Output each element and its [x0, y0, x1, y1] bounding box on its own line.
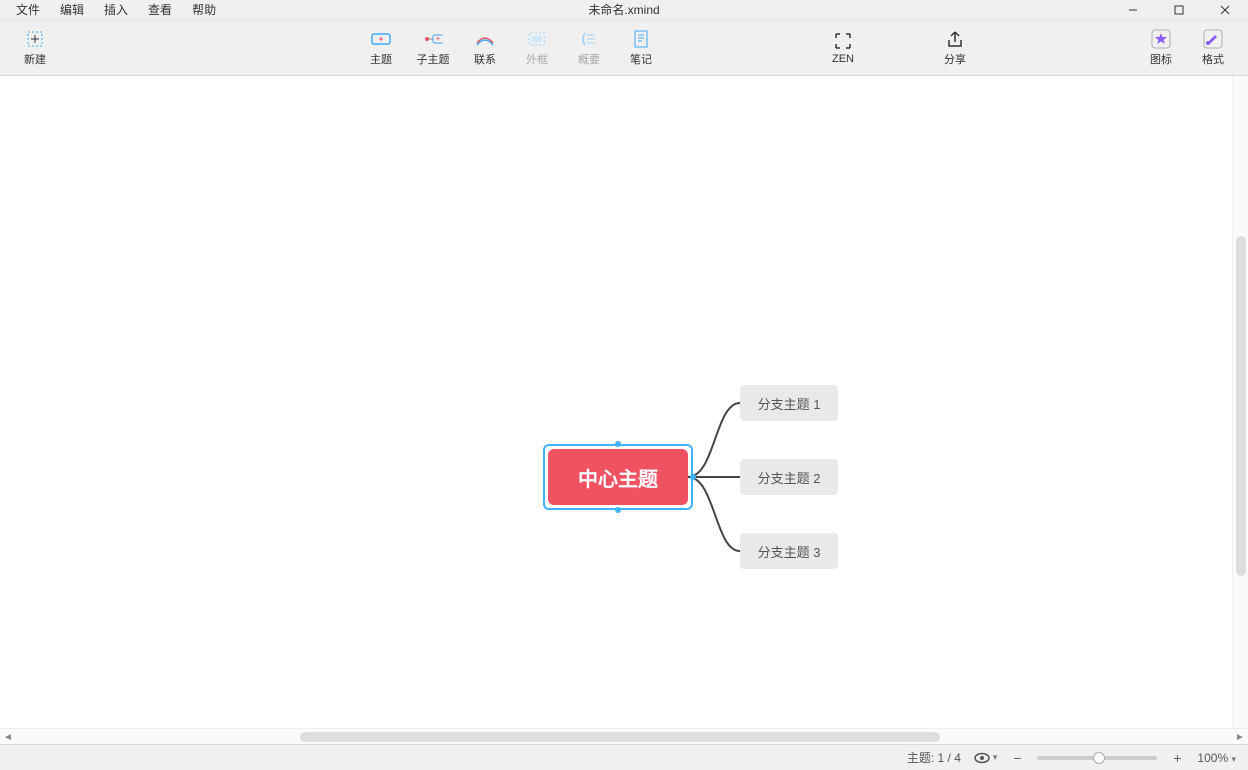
boundary-label: 外框: [526, 51, 548, 67]
zoom-slider[interactable]: [1037, 756, 1157, 760]
notes-icon: [631, 29, 651, 49]
share-button[interactable]: 分享: [932, 23, 978, 73]
scroll-left-arrow[interactable]: ◄: [0, 729, 16, 744]
status-bar: 主题: 1 / 4 ▾ − + 100% ▾: [0, 744, 1248, 770]
topic-count-label: 主题:: [907, 751, 934, 765]
mindmap-canvas[interactable]: 中心主题 分支主题 1 分支主题 2 分支主题 3 ◄ ►: [0, 76, 1248, 744]
star-icon: [1151, 29, 1171, 49]
share-label: 分享: [944, 51, 966, 67]
window-controls: [1110, 0, 1248, 20]
vertical-scrollbar[interactable]: [1232, 76, 1248, 728]
icons-label: 图标: [1150, 51, 1172, 67]
topic-icon: [371, 29, 391, 49]
topic-count: 主题: 1 / 4: [907, 749, 961, 766]
subtopic-label: 子主题: [417, 51, 450, 67]
menu-view[interactable]: 查看: [138, 0, 182, 20]
menu-edit[interactable]: 编辑: [50, 0, 94, 20]
zen-label: ZEN: [832, 53, 854, 65]
minimize-button[interactable]: [1110, 0, 1156, 20]
zen-icon: [833, 31, 853, 51]
zoom-in-button[interactable]: +: [1169, 750, 1185, 766]
format-button[interactable]: 格式: [1190, 23, 1236, 73]
selection-handle-right[interactable]: [690, 474, 696, 480]
connectors: [0, 76, 1248, 744]
eye-icon: [973, 749, 991, 767]
zoom-level[interactable]: 100% ▾: [1197, 751, 1236, 765]
branch-topic-node-1[interactable]: 分支主题 1: [740, 385, 838, 421]
horizontal-scroll-thumb[interactable]: [300, 732, 940, 742]
subtopic-icon: +: [423, 29, 443, 49]
branch-topic-node-3[interactable]: 分支主题 3: [740, 533, 838, 569]
chevron-down-icon: ▾: [993, 752, 998, 763]
zen-button[interactable]: ZEN: [820, 23, 866, 73]
new-button[interactable]: 新建: [12, 23, 58, 73]
new-label: 新建: [24, 51, 46, 67]
menu-bar: 文件 编辑 插入 查看 帮助: [0, 0, 226, 20]
vertical-scroll-thumb[interactable]: [1236, 236, 1246, 576]
visibility-toggle[interactable]: ▾: [973, 749, 998, 767]
brush-icon: [1203, 29, 1223, 49]
format-label: 格式: [1202, 51, 1224, 67]
summary-label: 概要: [578, 51, 600, 67]
boundary-icon: [527, 29, 547, 49]
menu-help[interactable]: 帮助: [182, 0, 226, 20]
chevron-down-icon: ▾: [1231, 754, 1236, 764]
svg-text:+: +: [436, 34, 441, 43]
branch-topic-node-2[interactable]: 分支主题 2: [740, 459, 838, 495]
title-bar: 文件 编辑 插入 查看 帮助 未命名.xmind: [0, 0, 1248, 20]
share-icon: [945, 29, 965, 49]
summary-icon: [579, 29, 599, 49]
menu-insert[interactable]: 插入: [94, 0, 138, 20]
new-icon: [25, 29, 45, 49]
zoom-out-button[interactable]: −: [1009, 750, 1025, 766]
relation-icon: [475, 29, 495, 49]
central-topic-node[interactable]: 中心主题: [548, 449, 688, 505]
topic-label: 主题: [370, 51, 392, 67]
topic-button[interactable]: 主题: [358, 23, 404, 73]
selection-handle-top[interactable]: [615, 441, 621, 447]
window-title: 未命名.xmind: [588, 1, 659, 18]
boundary-button[interactable]: 外框: [514, 23, 560, 73]
subtopic-button[interactable]: + 子主题: [410, 23, 456, 73]
horizontal-scrollbar[interactable]: ◄ ►: [0, 728, 1248, 744]
summary-button[interactable]: 概要: [566, 23, 612, 73]
topic-count-value: 1 / 4: [938, 751, 961, 765]
selection-handle-bottom[interactable]: [615, 507, 621, 513]
relation-label: 联系: [474, 51, 496, 67]
toolbar: 新建 主题 + 子主题 联系 外框 概要 笔记 ZEN: [0, 20, 1248, 76]
scroll-right-arrow[interactable]: ►: [1232, 729, 1248, 744]
icons-button[interactable]: 图标: [1138, 23, 1184, 73]
notes-label: 笔记: [630, 51, 652, 67]
notes-button[interactable]: 笔记: [618, 23, 664, 73]
close-button[interactable]: [1202, 0, 1248, 20]
maximize-button[interactable]: [1156, 0, 1202, 20]
menu-file[interactable]: 文件: [6, 0, 50, 20]
zoom-slider-knob[interactable]: [1093, 752, 1105, 764]
relation-button[interactable]: 联系: [462, 23, 508, 73]
zoom-level-value: 100%: [1197, 751, 1228, 765]
